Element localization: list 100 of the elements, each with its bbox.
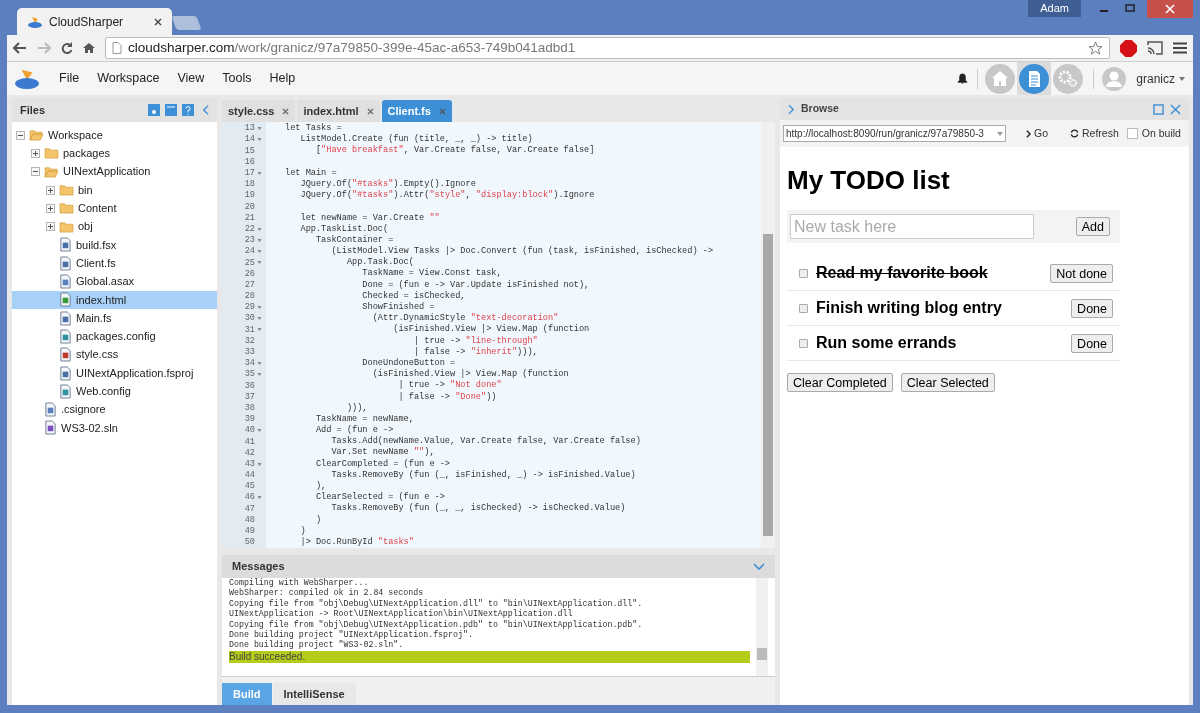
back-icon[interactable] xyxy=(13,42,27,54)
scrollbar[interactable] xyxy=(761,122,775,548)
tree-item[interactable]: style.css xyxy=(12,345,217,364)
reload-icon[interactable] xyxy=(61,42,73,54)
tree-item[interactable]: obj xyxy=(12,217,217,236)
browser-tab[interactable]: CloudSharper xyxy=(17,8,172,35)
profile-name[interactable]: Adam xyxy=(1028,0,1081,17)
task-checkbox[interactable] xyxy=(799,303,808,313)
fold-icon[interactable] xyxy=(257,461,262,467)
tree-item[interactable]: Main.fs xyxy=(12,308,217,328)
task-checkbox[interactable] xyxy=(799,268,808,278)
task-checkbox[interactable] xyxy=(799,338,808,348)
maximize-icon[interactable] xyxy=(1153,103,1164,115)
tree-item[interactable]: index.html xyxy=(12,290,217,309)
fold-icon[interactable] xyxy=(257,260,262,266)
fold-icon[interactable] xyxy=(257,137,262,143)
code-line: (ListModel.View Tasks |> Doc.Convert (fun (task, isFinished, isChecked) -> xyxy=(330,246,714,257)
close-icon[interactable] xyxy=(282,107,290,115)
fold-icon[interactable] xyxy=(257,249,262,255)
stop-sign-icon[interactable] xyxy=(1120,39,1137,57)
settings-view-button[interactable] xyxy=(1051,62,1086,95)
file-icon xyxy=(59,292,72,308)
line-number: 15 xyxy=(244,146,255,156)
fold-icon[interactable] xyxy=(257,361,262,367)
code-line: TaskContainer = xyxy=(314,234,394,245)
tree-item[interactable]: build.fsx xyxy=(12,235,217,255)
menu-item[interactable]: View xyxy=(177,69,205,88)
done-toggle-button[interactable]: Done xyxy=(1071,333,1113,353)
fold-icon[interactable] xyxy=(257,237,262,243)
tree-item[interactable]: .csignore xyxy=(12,400,217,419)
user-menu[interactable]: granicz xyxy=(1136,69,1185,88)
tree-item[interactable]: Client.fs xyxy=(12,254,217,273)
collapse-icon[interactable] xyxy=(16,130,25,140)
tree-item[interactable]: Content xyxy=(12,199,217,218)
tree-item[interactable]: Global.asax xyxy=(12,272,217,291)
scrollbar[interactable] xyxy=(756,578,768,676)
menu-icon[interactable] xyxy=(1173,42,1187,54)
close-window-icon[interactable] xyxy=(1147,0,1193,18)
fold-icon[interactable] xyxy=(257,372,262,378)
fold-icon[interactable] xyxy=(257,305,262,311)
cast-icon[interactable] xyxy=(1147,41,1163,55)
expand-icon[interactable] xyxy=(31,148,40,158)
on-build-checkbox[interactable]: On build xyxy=(1126,125,1181,142)
address-bar[interactable]: cloudsharper.com/work/granicz/97a79850-399e-45ac-a653-749b041adbd1 xyxy=(105,37,1110,59)
code-line: ShowFinished = xyxy=(361,302,435,312)
file-icon xyxy=(59,383,72,399)
fold-icon[interactable] xyxy=(257,327,262,333)
fold-icon[interactable] xyxy=(257,170,262,176)
expand-icon[interactable] xyxy=(46,222,55,232)
url-dropdown[interactable]: http://localhost:8090/run/granicz/97a79850-3 xyxy=(783,125,1006,142)
line-number: 31 xyxy=(244,325,255,335)
new-tab-button[interactable] xyxy=(171,16,202,30)
tree-item[interactable]: packages.config xyxy=(12,327,217,346)
tree-item[interactable]: packages xyxy=(12,144,217,163)
avatar-icon[interactable] xyxy=(1102,66,1127,91)
bell-icon[interactable] xyxy=(957,73,969,84)
collapse-icon[interactable] xyxy=(31,167,40,177)
done-toggle-button[interactable]: Not done xyxy=(1050,263,1113,283)
line-number: 25 xyxy=(244,258,255,268)
action-button[interactable]: Clear Completed xyxy=(787,373,893,392)
expand-icon[interactable] xyxy=(46,203,55,213)
go-button[interactable]: Go xyxy=(1026,125,1048,142)
menu-item[interactable]: Help xyxy=(269,69,296,88)
action-button[interactable]: Clear Selected xyxy=(900,373,995,392)
new-folder-icon[interactable] xyxy=(165,104,177,116)
bottom-tab[interactable]: IntelliSense xyxy=(272,683,356,705)
tree-item[interactable]: Web.config xyxy=(12,382,217,401)
task-input[interactable]: New task here xyxy=(790,214,1034,239)
tree-item[interactable]: Workspace xyxy=(12,126,217,145)
message-line: Done building project "UINextApplication.fsproj". xyxy=(229,630,474,640)
fold-icon[interactable] xyxy=(257,226,262,232)
tree-item[interactable]: UINextApplication.fsproj xyxy=(12,363,217,383)
fold-icon[interactable] xyxy=(257,316,262,322)
tree-item[interactable]: UINextApplication xyxy=(12,162,217,181)
help-icon[interactable] xyxy=(182,104,194,116)
expand-icon[interactable] xyxy=(46,185,55,195)
chevron-right-icon[interactable] xyxy=(788,103,795,115)
star-icon[interactable] xyxy=(1088,40,1103,56)
fold-icon[interactable] xyxy=(257,428,262,434)
add-button[interactable]: Add xyxy=(1075,217,1110,236)
editor-tab[interactable]: index.html xyxy=(297,100,380,122)
document-view-button[interactable] xyxy=(1017,62,1052,95)
refresh-button[interactable]: Refresh xyxy=(1070,125,1119,142)
home-icon[interactable] xyxy=(83,42,95,54)
tree-item[interactable]: bin xyxy=(12,180,217,200)
forward-icon[interactable] xyxy=(37,42,51,54)
done-toggle-button[interactable]: Done xyxy=(1071,298,1113,318)
close-icon[interactable] xyxy=(366,107,374,115)
chevron-down-icon[interactable] xyxy=(753,562,765,571)
close-icon[interactable] xyxy=(154,17,162,26)
collapse-panel-icon[interactable] xyxy=(202,104,209,116)
fold-icon[interactable] xyxy=(257,495,262,501)
fold-icon[interactable] xyxy=(257,126,262,132)
home-view-button[interactable] xyxy=(983,62,1018,95)
menu-item[interactable]: Tools xyxy=(222,69,252,88)
editor-tab[interactable]: style.css xyxy=(222,100,296,122)
new-file-icon[interactable] xyxy=(148,104,160,116)
menu-item[interactable]: Workspace xyxy=(97,69,160,88)
menu-item[interactable]: File xyxy=(59,69,80,88)
tree-item[interactable]: WS3-02.sln xyxy=(12,418,217,438)
